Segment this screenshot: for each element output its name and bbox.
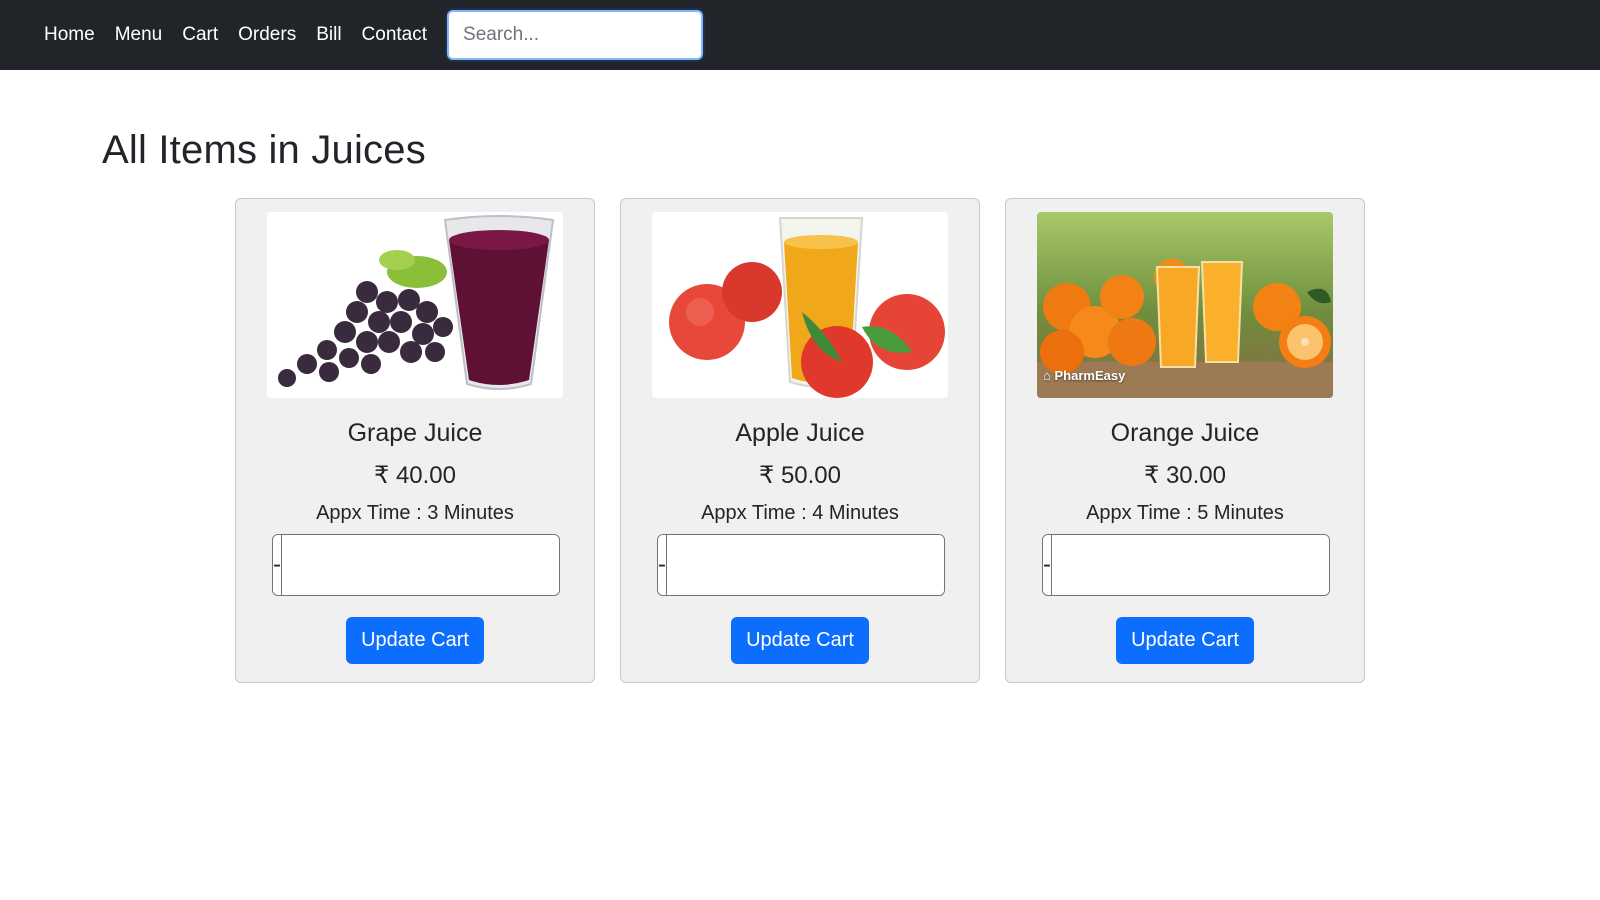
update-cart-button[interactable]: Update Cart (1116, 617, 1254, 664)
apple-juice-image (652, 212, 948, 398)
nav-link-menu[interactable]: Menu (115, 0, 163, 70)
item-card-grape-juice: Grape Juice ₹ 40.00 Appx Time : 3 Minute… (235, 198, 595, 683)
pharmeasy-watermark: ⌂ PharmEasy (1043, 368, 1125, 383)
item-time: Appx Time : 5 Minutes (1086, 502, 1284, 524)
orange-juice-image: ⌂ PharmEasy (1037, 212, 1333, 398)
decrement-button[interactable]: - (658, 535, 667, 595)
item-price: ₹ 40.00 (374, 462, 456, 489)
search-input[interactable] (447, 10, 704, 60)
item-price: ₹ 30.00 (1144, 462, 1226, 489)
quantity-stepper: - + (272, 534, 560, 596)
nav-link-bill[interactable]: Bill (316, 0, 341, 70)
pharmeasy-logo-icon: ⌂ (1043, 368, 1051, 383)
decrement-button[interactable]: - (273, 535, 282, 595)
item-time: Appx Time : 4 Minutes (701, 502, 899, 524)
nav-link-orders[interactable]: Orders (238, 0, 296, 70)
decrement-button[interactable]: - (1043, 535, 1052, 595)
watermark-text: PharmEasy (1054, 368, 1126, 383)
quantity-input[interactable] (1052, 535, 1329, 595)
quantity-input[interactable] (667, 535, 944, 595)
quantity-input[interactable] (282, 535, 559, 595)
item-card-orange-juice: ⌂ PharmEasy Orange Juice ₹ 30.00 Appx Ti… (1005, 198, 1365, 683)
item-name: Apple Juice (735, 419, 865, 447)
page-title: All Items in Juices (102, 128, 426, 172)
nav-link-contact[interactable]: Contact (362, 0, 427, 70)
item-price: ₹ 50.00 (759, 462, 841, 489)
nav-link-home[interactable]: Home (44, 0, 95, 70)
grape-juice-image (267, 212, 563, 398)
item-name: Orange Juice (1110, 419, 1260, 447)
quantity-stepper: - + (657, 534, 945, 596)
nav-link-cart[interactable]: Cart (182, 0, 218, 70)
item-time: Appx Time : 3 Minutes (316, 502, 514, 524)
item-card-apple-juice: Apple Juice ₹ 50.00 Appx Time : 4 Minute… (620, 198, 980, 683)
quantity-stepper: - + (1042, 534, 1330, 596)
update-cart-button[interactable]: Update Cart (346, 617, 484, 664)
navbar: Home Menu Cart Orders Bill Contact (0, 0, 1600, 70)
item-name: Grape Juice (347, 419, 483, 447)
item-cards: Grape Juice ₹ 40.00 Appx Time : 3 Minute… (235, 198, 1390, 683)
update-cart-button[interactable]: Update Cart (731, 617, 869, 664)
